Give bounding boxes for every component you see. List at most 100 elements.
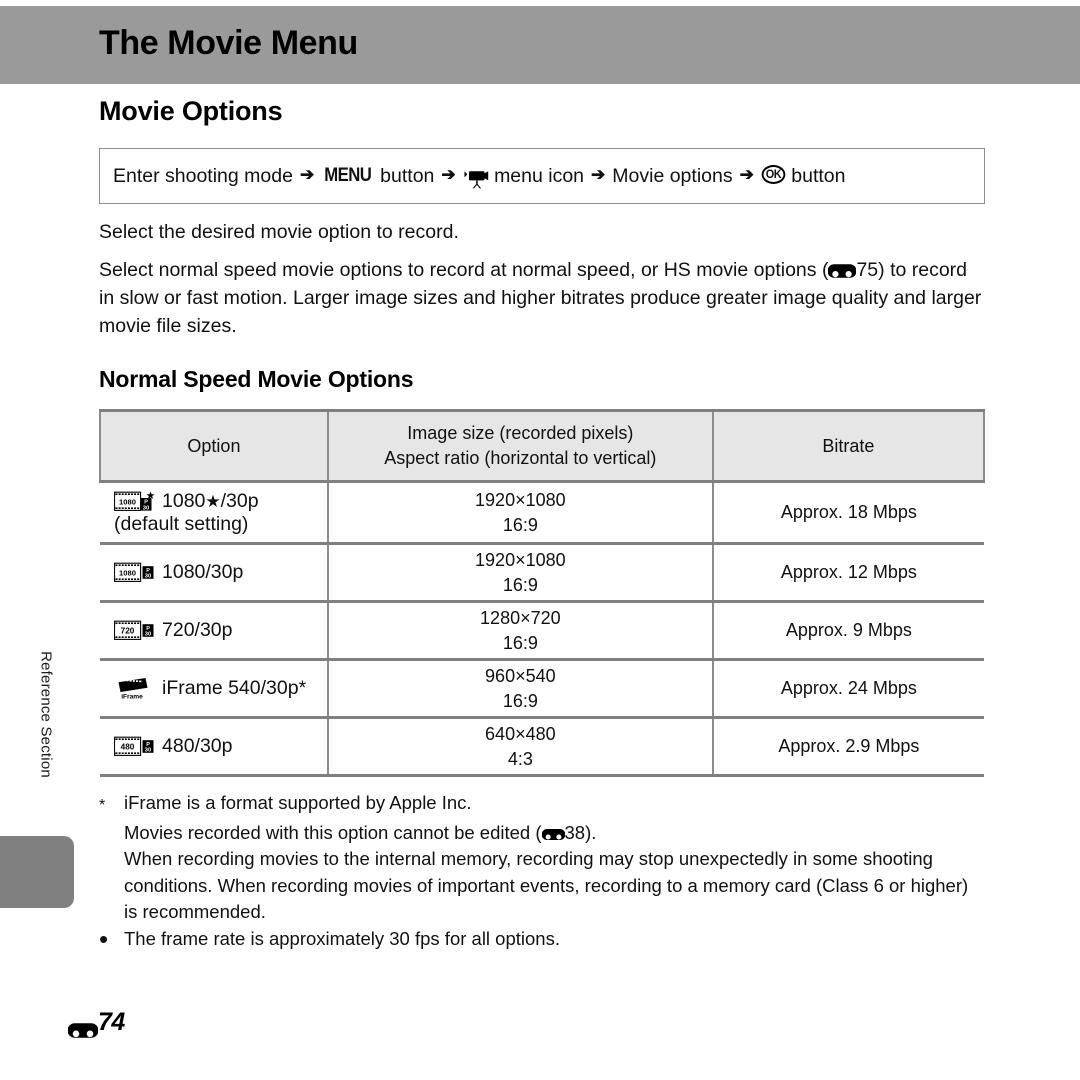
cell-bitrate: Approx. 9 Mbps [712,601,984,661]
table-row: 720 P 30 720/30p 1280×720 16:9 Approx. 9… [100,601,984,661]
footnote-spacer [99,820,124,847]
cell-bitrate: Approx. 2.9 Mbps [712,717,984,777]
footnote-bullet-1: • The frame rate is approximately 30 fps… [99,926,985,953]
option-label-line: 480 P 30 480/30p [114,734,327,759]
nav-step-ok-button-word: button [791,164,846,187]
option-label-line: 1080 P 30 1080★/30p [114,489,327,514]
section-heading: Movie Options [99,96,283,126]
svg-text:30: 30 [145,748,151,754]
table-header-row: Option Image size (recorded pixels) Aspe… [99,409,986,483]
aspect-ratio-value: 16:9 [502,574,538,595]
arrow-icon: ➔ [739,165,754,184]
menu-button-glyph: MENU [324,165,372,186]
movie-menu-icon [463,170,489,189]
option-name: iFrame 540/30p* [162,677,307,699]
footnote-star-3: When recording movies to the internal me… [99,846,985,926]
bitrate-value: Approx. 9 Mbps [785,620,912,640]
footnote-star-2-text: Movies recorded with this option cannot … [124,820,985,847]
svg-text:30: 30 [145,574,151,580]
film-480-p30-icon: 480 P 30 [114,736,155,757]
table-row: 1080 P 30 1080/30p 1920×1080 16:9 Approx… [100,543,984,603]
image-size-value: 960×540 [485,665,556,686]
svg-text:1080: 1080 [119,497,136,506]
option-name: 1080★/30p [162,489,259,512]
film-1080-star-p30-icon: 1080 P 30 [114,491,155,512]
nav-step-menu-icon-word: menu icon [494,164,585,187]
bitrate-value: Approx. 24 Mbps [780,678,917,698]
arrow-icon: ➔ [299,165,315,184]
footnotes: * iFrame is a format supported by Apple … [99,790,985,952]
reference-section-symbol-icon [541,822,565,840]
svg-text:30: 30 [145,632,151,638]
cell-image-size: 1920×1080 16:9 [327,481,714,545]
movie-options-table: Option Image size (recorded pixels) Aspe… [99,409,986,777]
image-size-value: 1920×1080 [475,489,566,510]
bitrate-value: Approx. 2.9 Mbps [778,736,920,756]
film-720-p30-icon: 720 P 30 [114,620,155,641]
bitrate-value: Approx. 12 Mbps [780,562,917,582]
nav-step-enter-shooting-mode: Enter shooting mode [113,164,293,187]
footnote-star-2-a: Movies recorded with this option cannot … [124,821,542,843]
svg-text:720: 720 [121,626,135,635]
page-number-value: 74 [98,1008,125,1036]
footnote-star-2-ref: 38 [564,821,586,843]
nav-step-menu-button-word: button [380,164,435,187]
footnote-star-1-text: iFrame is a format supported by Apple In… [124,792,472,813]
column-header-image-size: Image size (recorded pixels) Aspect rati… [326,409,714,483]
column-header-image-size-line1: Image size (recorded pixels) [407,423,634,443]
column-header-option: Option [99,409,329,483]
subsection-heading: Normal Speed Movie Options [99,366,414,392]
arrow-icon: ➔ [591,165,606,184]
image-size-value: 1920×1080 [475,549,566,570]
table-row: iFrame iFrame 540/30p* 960×540 16:9 Appr… [100,659,984,719]
cell-image-size: 1920×1080 16:9 [327,543,714,603]
cell-option: 1080 P 30 1080★/30p (default setting) [100,481,329,545]
ok-button-glyph: OK [761,164,786,184]
cell-image-size: 1280×720 16:9 [327,601,714,661]
intro-text-a: Select normal speed movie options to rec… [99,259,829,281]
page-number: 74 [67,1008,125,1038]
image-size-value: 640×480 [485,723,556,744]
svg-text:30: 30 [143,505,149,511]
aspect-ratio-value: 16:9 [502,690,538,711]
option-name: 720/30p [162,619,233,641]
film-1080-p30-icon: 1080 P 30 [114,562,155,583]
page-title: The Movie Menu [99,24,358,62]
footnote-bullet-mark: • [99,923,109,954]
aspect-ratio-value: 16:9 [502,514,538,535]
svg-text:480: 480 [121,742,135,751]
cell-option: 720 P 30 720/30p [100,601,329,661]
intro-ref-page-1: 75 [856,259,879,281]
cell-bitrate: Approx. 18 Mbps [712,481,984,545]
table-row: 1080 P 30 1080★/30p (default setting) 19… [100,481,984,545]
aspect-ratio-value: 4:3 [507,748,533,769]
option-label-line: 1080 P 30 1080/30p [114,560,327,585]
intro-paragraph: Select normal speed movie options to rec… [99,256,985,340]
footnote-star-1: * iFrame is a format supported by Apple … [99,790,985,820]
svg-text:iFrame: iFrame [121,694,143,700]
navigation-path-box: Enter shooting mode ➔ MENU button ➔ menu… [99,148,985,204]
column-header-bitrate: Bitrate [711,409,986,483]
footnote-star-2: Movies recorded with this option cannot … [99,820,985,847]
footnote-star-2-b: ). [585,821,597,843]
footnote-spacer [99,846,124,926]
iframe-icon: iFrame [114,677,155,701]
image-size-value: 1280×720 [480,607,561,628]
footnote-star-mark: * [99,797,106,814]
cell-image-size: 640×480 4:3 [327,717,714,777]
option-name: 1080/30p [162,561,244,583]
nav-step-movie-options: Movie options [612,164,733,187]
reference-section-label: Reference Section [37,651,55,778]
option-name: 480/30p [162,735,233,757]
table-row: 480 P 30 480/30p 640×480 4:3 Approx. 2.9… [100,717,984,777]
option-label-line: iFrame iFrame 540/30p* [114,676,327,701]
cell-option: iFrame iFrame 540/30p* [100,659,329,719]
footnote-bullet-1-text: The frame rate is approximately 30 fps f… [124,927,560,949]
cell-image-size: 960×540 16:9 [327,659,714,719]
reference-section-symbol-icon [67,1017,99,1038]
cell-bitrate: Approx. 24 Mbps [712,659,984,719]
reference-section-symbol-icon [827,259,858,278]
bitrate-value: Approx. 18 Mbps [780,502,917,522]
option-default-setting-note: (default setting) [114,512,249,535]
cell-bitrate: Approx. 12 Mbps [712,543,984,603]
